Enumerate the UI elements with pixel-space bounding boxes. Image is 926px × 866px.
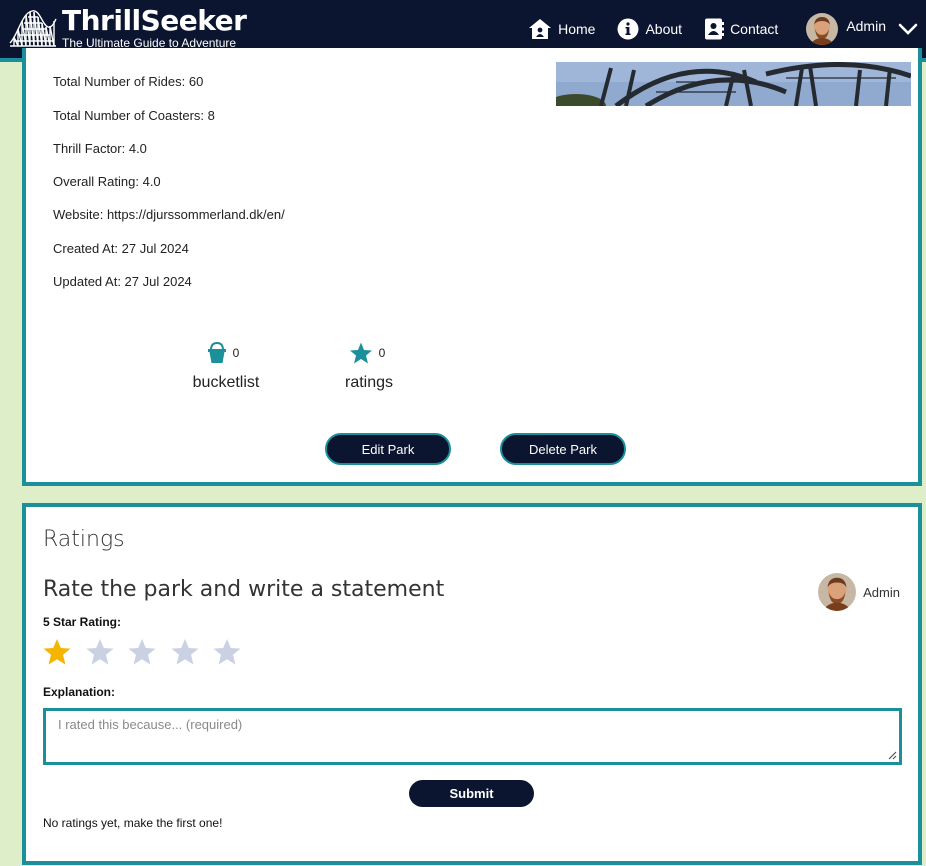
ratings-label: ratings — [344, 374, 394, 391]
no-ratings-message: No ratings yet, make the first one! — [43, 816, 223, 830]
nav-home[interactable]: Home — [528, 18, 595, 40]
bucket-icon — [207, 342, 226, 363]
rating-star-1-icon[interactable] — [42, 637, 72, 667]
avatar — [818, 573, 857, 611]
nav-home-label: Home — [558, 21, 596, 37]
info-overall-rating: Overall Rating: 4.0 — [53, 174, 161, 189]
rating-author: Admin — [818, 573, 900, 611]
bucketlist-stat[interactable]: 0 bucketlist — [186, 342, 266, 392]
bucketlist-label: bucketlist — [192, 374, 260, 391]
info-updated-at: Updated At: 27 Jul 2024 — [53, 274, 192, 289]
park-details-card: Total Number of Rides: 60 Total Number o… — [22, 48, 922, 486]
info-thrill-factor: Thrill Factor: 4.0 — [53, 141, 147, 156]
park-photo — [556, 62, 911, 106]
rating-star-4-icon[interactable] — [170, 637, 200, 667]
nav-contact[interactable]: Contact — [704, 18, 778, 40]
nav-about[interactable]: About — [617, 18, 682, 40]
star-rating-input — [42, 637, 255, 667]
brand[interactable]: ThrillSeeker The Ultimate Guide to Adven… — [8, 4, 247, 49]
brand-title: ThrillSeeker — [62, 4, 247, 37]
info-icon — [617, 18, 639, 40]
rating-star-2-icon[interactable] — [85, 637, 115, 667]
ratings-stat[interactable]: 0 ratings — [329, 342, 409, 392]
resize-grip-icon[interactable] — [887, 750, 897, 760]
ratings-title: Ratings — [43, 527, 125, 552]
ratings-count: 0 — [378, 346, 386, 360]
info-total-rides: Total Number of Rides: 60 — [53, 74, 204, 89]
rate-heading: Rate the park and write a statement — [43, 577, 445, 602]
chevron-down-icon — [898, 23, 918, 35]
info-created-at: Created At: 27 Jul 2024 — [53, 241, 189, 256]
explanation-label: Explanation: — [43, 685, 116, 699]
contact-icon — [705, 18, 725, 40]
rating-author-name: Admin — [863, 584, 900, 600]
user-menu[interactable]: Admin — [806, 13, 918, 45]
nav-contact-label: Contact — [730, 21, 779, 37]
ratings-card: Ratings Rate the park and write a statem… — [22, 503, 922, 865]
explanation-box — [43, 708, 902, 765]
star-rating-label: 5 Star Rating: — [43, 615, 122, 629]
user-menu-label: Admin — [846, 18, 886, 34]
rating-star-5-icon[interactable] — [212, 637, 242, 667]
submit-rating-button[interactable]: Submit — [409, 780, 534, 807]
home-icon — [529, 19, 552, 39]
roller-coaster-logo-icon — [9, 10, 57, 47]
explanation-textarea[interactable] — [46, 711, 899, 762]
nav-about-label: About — [645, 21, 683, 37]
rating-star-3-icon[interactable] — [127, 637, 157, 667]
info-total-coasters: Total Number of Coasters: 8 — [53, 108, 215, 123]
delete-park-button[interactable]: Delete Park — [500, 433, 626, 465]
star-icon — [349, 342, 372, 364]
avatar — [806, 13, 839, 45]
bucketlist-count: 0 — [232, 346, 240, 360]
edit-park-button[interactable]: Edit Park — [325, 433, 451, 465]
info-website: Website: https://djurssommerland.dk/en/ — [53, 207, 285, 222]
